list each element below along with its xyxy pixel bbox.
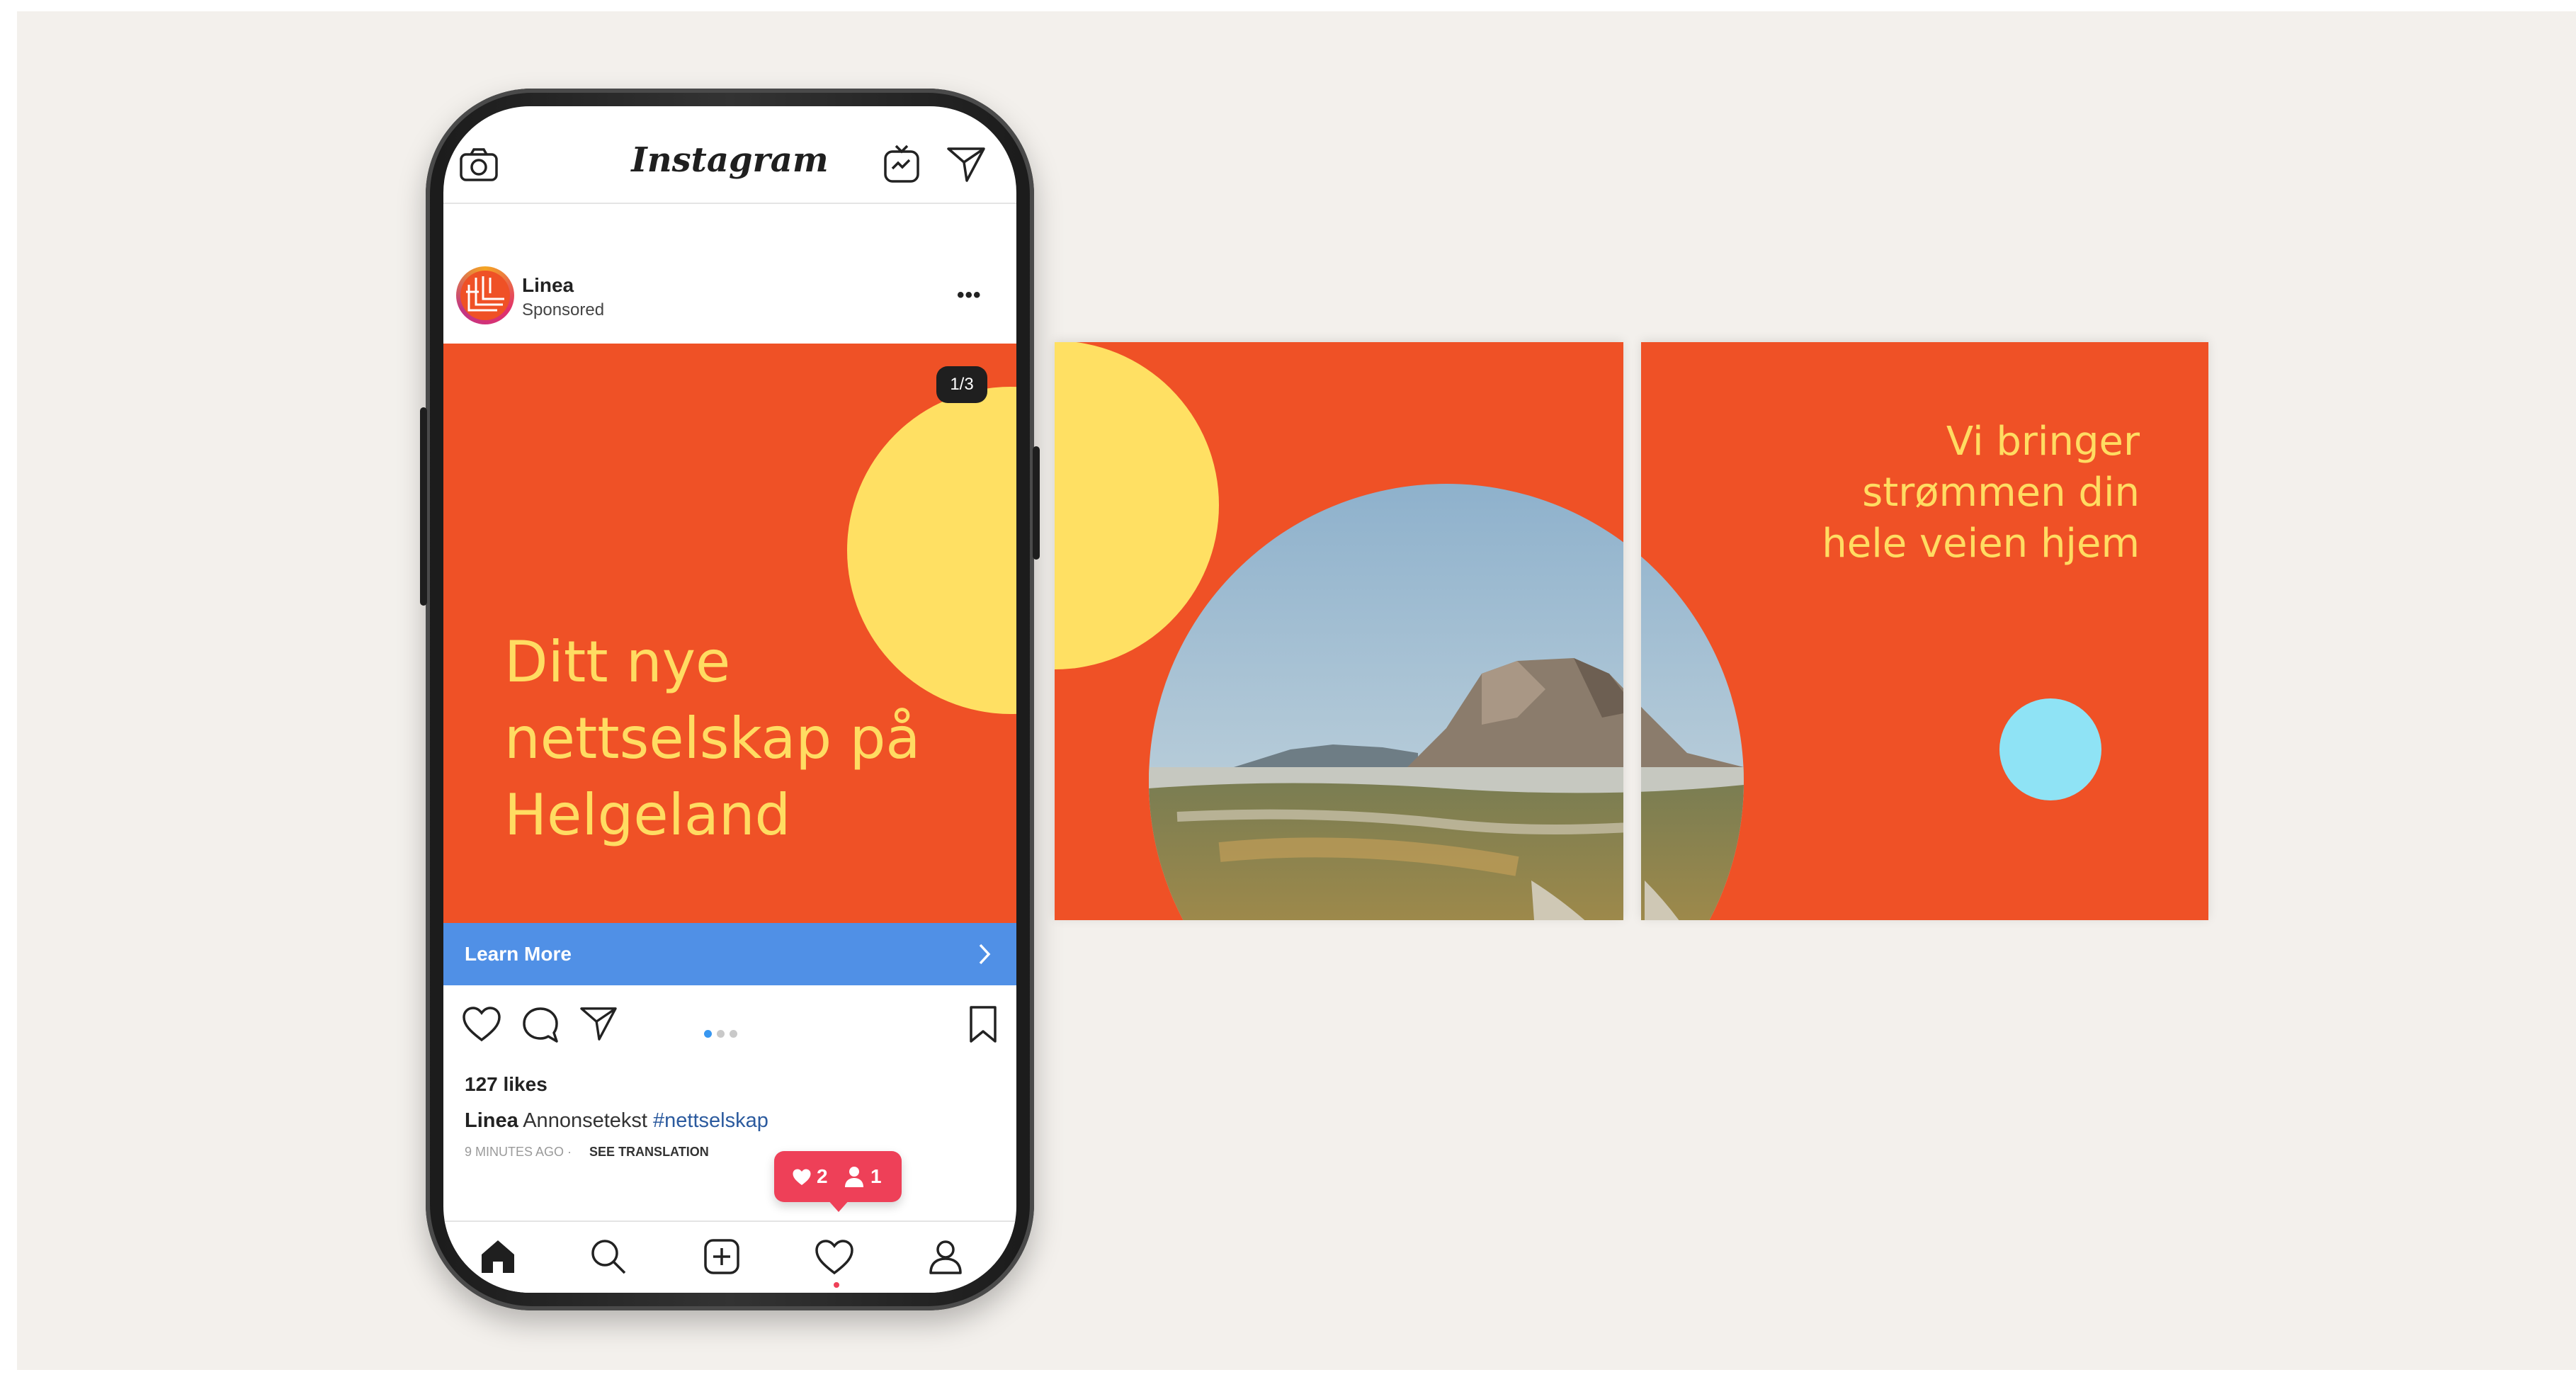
post-carousel-slide[interactable]: 1/3 Ditt nye nettselskap på Helgeland: [443, 344, 1016, 923]
landscape-photo-circle: [1149, 484, 1623, 920]
account-avatar[interactable]: [456, 266, 514, 324]
headline-line: Helgeland: [504, 782, 791, 848]
carousel-indicator-active: [704, 1030, 712, 1038]
post-meta: 9 MINUTES AGO · SEE TRANSLATION: [465, 1145, 709, 1160]
yellow-sun-shape: [1055, 342, 1219, 669]
profile-icon[interactable]: [926, 1237, 965, 1276]
notification-tail: [827, 1199, 850, 1212]
search-icon[interactable]: [589, 1237, 628, 1276]
instagram-screen: Instagram Linea Sponsored ••• 1/3 Ditt n…: [443, 106, 1016, 1293]
separator-dot: ·: [567, 1145, 576, 1159]
instagram-top-bar: Instagram: [443, 106, 1016, 204]
comment-icon[interactable]: [521, 1006, 560, 1044]
carousel-indicator: [717, 1030, 725, 1038]
like-heart-icon[interactable]: [462, 1006, 501, 1043]
activity-notification-bubble[interactable]: 2 1: [774, 1151, 902, 1212]
phone-power-button: [1033, 446, 1040, 560]
post-action-row: [443, 999, 1016, 1055]
time-ago: 9 MINUTES AGO: [465, 1145, 564, 1159]
slide-counter: 1/3: [936, 366, 987, 403]
direct-send-icon[interactable]: [946, 146, 986, 183]
cyan-circle-shape: [1999, 698, 2101, 800]
tagline-line: strømmen din: [1862, 470, 2140, 516]
heart-filled-icon: [793, 1169, 811, 1185]
caption-text: Annonsetekst: [523, 1109, 647, 1132]
carousel-panel-landscape: [1055, 342, 1623, 920]
activity-indicator-dot: [834, 1282, 839, 1288]
panel-tagline: Vi bringer strømmen din hele veien hjem: [1822, 417, 2140, 570]
carousel-panel-tagline: Vi bringer strømmen din hele veien hjem: [1641, 342, 2208, 920]
igtv-icon[interactable]: [883, 143, 921, 184]
tagline-line: Vi bringer: [1946, 419, 2140, 465]
notification-follows-count: 1: [870, 1165, 882, 1187]
likes-count[interactable]: 127 likes: [465, 1073, 547, 1096]
new-post-icon[interactable]: [703, 1237, 741, 1276]
activity-heart-icon[interactable]: [815, 1239, 854, 1276]
person-filled-icon: [845, 1167, 863, 1187]
landscape-photo-circle-continuation: [1641, 484, 1744, 920]
bottom-navigation: [443, 1220, 1016, 1293]
sponsored-label: Sponsored: [522, 300, 605, 319]
instagram-logo: Instagram: [631, 140, 829, 180]
account-name[interactable]: Linea: [522, 274, 574, 297]
learn-more-button[interactable]: Learn More: [443, 923, 1016, 985]
caption-username[interactable]: Linea: [465, 1109, 518, 1132]
caption-hashtag[interactable]: #nettselskap: [653, 1109, 768, 1132]
see-translation-link[interactable]: SEE TRANSLATION: [589, 1145, 709, 1159]
headline-line: Ditt nye: [504, 629, 731, 695]
notification-likes-count: 2: [817, 1165, 828, 1187]
carousel-indicator: [730, 1030, 737, 1038]
post-headline: Ditt nye nettselskap på Helgeland: [504, 624, 986, 854]
bookmark-icon[interactable]: [968, 1004, 999, 1044]
phone-volume-button: [420, 407, 427, 606]
chevron-right-icon: [979, 944, 991, 965]
linea-logo: [460, 271, 510, 320]
share-icon[interactable]: [579, 1006, 618, 1041]
tagline-line: hele veien hjem: [1822, 521, 2140, 567]
learn-more-label: Learn More: [465, 943, 572, 965]
home-icon[interactable]: [479, 1237, 517, 1276]
headline-line: nettselskap på: [504, 706, 921, 771]
more-options-button[interactable]: •••: [957, 283, 982, 307]
post-caption: Linea Annonsetekst #nettselskap: [465, 1109, 768, 1133]
